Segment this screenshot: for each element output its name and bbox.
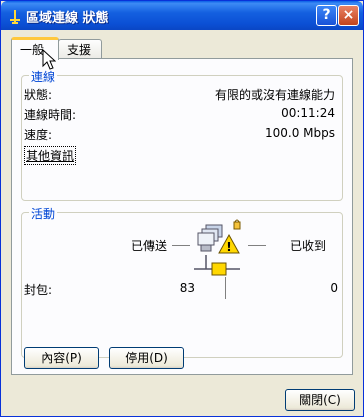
received-line bbox=[248, 245, 266, 246]
close-window-button[interactable]: × bbox=[338, 5, 359, 26]
sent-label: 已傳送 bbox=[130, 239, 167, 253]
mouse-cursor-icon bbox=[42, 49, 56, 70]
packets-received-value: 0 bbox=[330, 281, 338, 295]
packets-label: 封包: bbox=[24, 283, 53, 297]
packets-divider bbox=[225, 277, 226, 299]
duration-label: 連線時間: bbox=[24, 108, 77, 122]
tab-panel-general: 連線 狀態: 有限的或沒有連線能力 連線時間: 00:11:24 速度: 100… bbox=[11, 58, 353, 375]
svg-text:!: ! bbox=[226, 240, 231, 254]
details-link[interactable]: 其他資訊 bbox=[24, 146, 77, 165]
packets-sent-value: 83 bbox=[179, 281, 195, 295]
speed-value: 100.0 Mbps bbox=[264, 126, 335, 140]
sent-line bbox=[172, 245, 190, 246]
tab-support[interactable]: 支援 bbox=[58, 39, 102, 58]
title-bar[interactable]: 區域連線 狀態 ? × bbox=[1, 1, 363, 30]
connection-group: 連線 狀態: 有限的或沒有連線能力 連線時間: 00:11:24 速度: 100… bbox=[21, 68, 343, 201]
network-connection-icon bbox=[10, 10, 20, 24]
dialog-window: 區域連線 狀態 ? × 一般 支援 連線 狀態: 有限的或沒有連線能力 連線時間… bbox=[0, 0, 364, 417]
disable-button[interactable]: 停用(D) bbox=[109, 347, 184, 369]
status-value: 有限的或沒有連線能力 bbox=[214, 88, 335, 102]
window-title: 區域連線 狀態 bbox=[26, 11, 109, 26]
activity-group: 活動 已傳送 已收到 ! 封包: 83 0 bbox=[21, 205, 343, 358]
activity-group-title: 活動 bbox=[29, 205, 58, 222]
close-button[interactable]: 關閉(C) bbox=[285, 389, 355, 411]
network-warning-icon: ! bbox=[194, 219, 241, 276]
duration-value: 00:11:24 bbox=[281, 106, 335, 120]
received-label: 已收到 bbox=[290, 239, 327, 253]
properties-button[interactable]: 內容(P) bbox=[24, 347, 99, 369]
status-label: 狀態: bbox=[24, 88, 53, 102]
help-button[interactable]: ? bbox=[316, 5, 337, 26]
speed-label: 速度: bbox=[24, 128, 53, 142]
